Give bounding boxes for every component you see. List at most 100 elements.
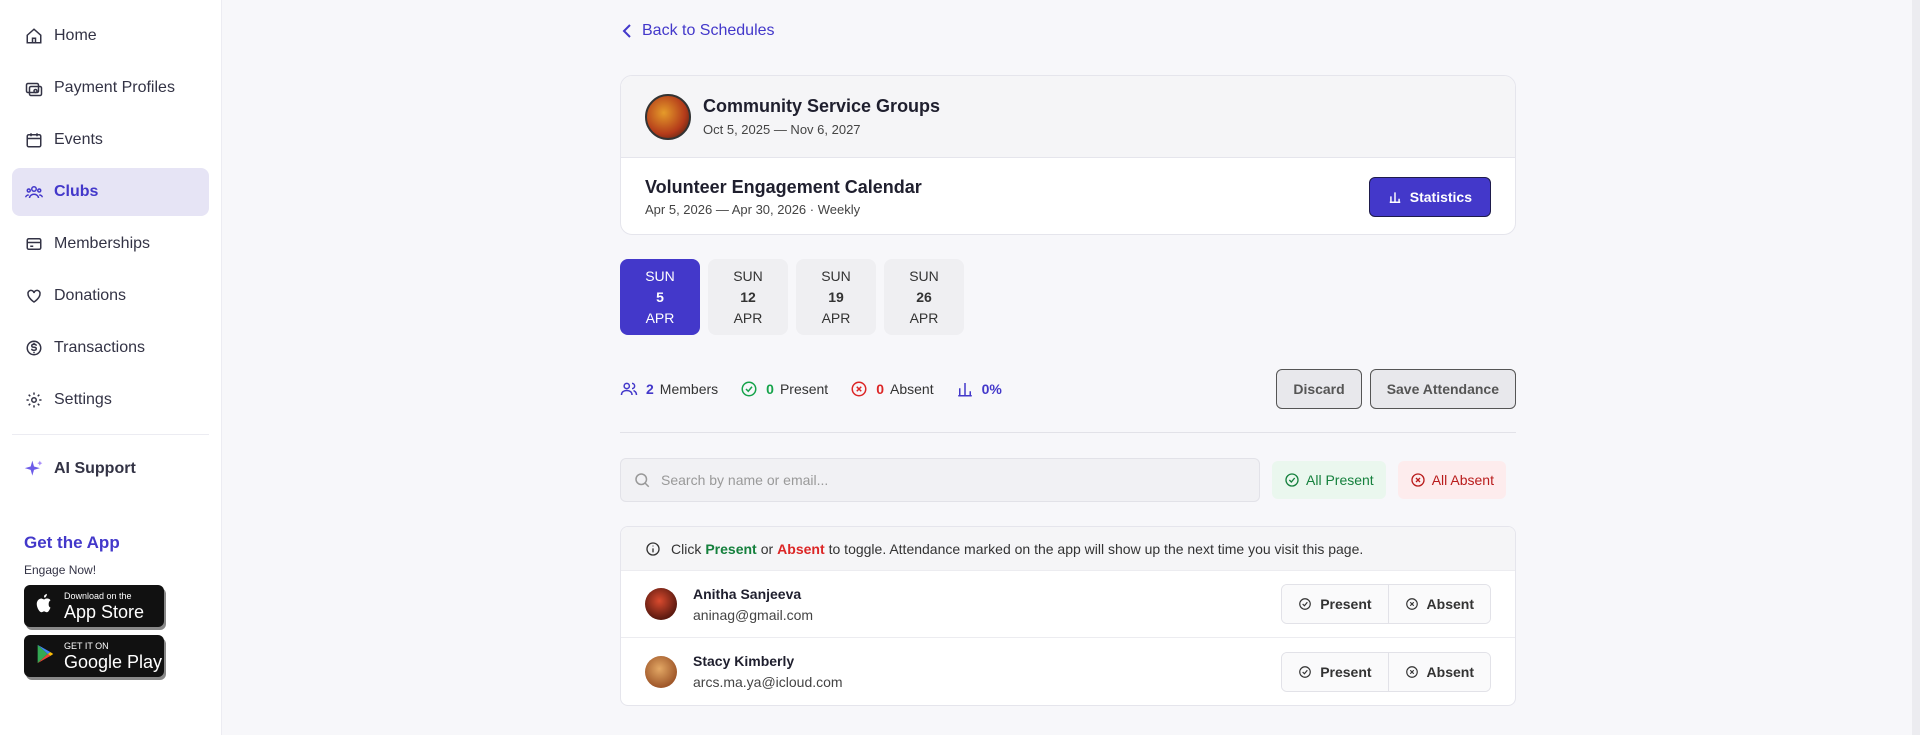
sidebar-item-clubs[interactable]: Clubs: [12, 168, 209, 216]
google-play-button[interactable]: GET IT ON Google Play: [24, 635, 164, 677]
attendance-toggle: Present Absent: [1281, 584, 1491, 624]
info-or: or: [760, 540, 774, 557]
page-scrollbar[interactable]: [1912, 0, 1920, 735]
get-app-title: Get the App: [24, 533, 120, 552]
mark-absent-button[interactable]: Absent: [1387, 652, 1490, 691]
member-row: Stacy Kimberly arcs.ma.ya@icloud.com Pre…: [621, 638, 1515, 705]
x-circle-icon: [851, 381, 867, 397]
date-day: 26: [916, 288, 932, 305]
all-absent-button[interactable]: All Absent: [1397, 461, 1506, 499]
date-day: 5: [656, 288, 664, 305]
avatar: [645, 655, 677, 688]
heart-icon: [24, 286, 44, 306]
group-name: Community Service Groups: [703, 96, 941, 116]
google-play-small-text: GET IT ON: [64, 640, 109, 651]
mark-present-button[interactable]: Present: [1282, 652, 1388, 691]
all-present-button[interactable]: All Present: [1272, 461, 1386, 499]
date-selector: SUN 5 APR SUN 12 APR SUN 19 APR SUN 26 A…: [620, 259, 972, 335]
group-avatar: [645, 93, 691, 140]
divider: [620, 432, 1516, 433]
date-month: APR: [821, 309, 851, 326]
ai-support-link[interactable]: AI Support: [12, 449, 209, 489]
calendar-icon: [24, 130, 44, 150]
statistics-label: Statistics: [1409, 189, 1472, 205]
present-number: 0: [766, 381, 774, 397]
sidebar-item-transactions[interactable]: Transactions: [12, 324, 209, 372]
present-label: Present: [779, 381, 829, 397]
sidebar-item-label: Clubs: [54, 183, 99, 200]
present-label: Present: [1320, 596, 1372, 612]
absent-number: 0: [876, 381, 884, 397]
payment-profiles-icon: [24, 78, 44, 98]
sidebar-item-donations[interactable]: Donations: [12, 272, 209, 320]
search-input[interactable]: [661, 472, 1221, 488]
search-box: [620, 458, 1260, 502]
get-app-section: Get the App Engage Now! Download on the …: [24, 533, 221, 677]
member-name: Stacy Kimberly: [693, 653, 795, 669]
member-email: arcs.ma.ya@icloud.com: [693, 674, 843, 690]
absent-count: 0 Absent: [850, 380, 934, 398]
member-email: aninag@gmail.com: [693, 606, 814, 623]
x-circle-icon: [1405, 665, 1418, 678]
attendance-actions: Discard Save Attendance: [1268, 369, 1516, 409]
date-month: APR: [645, 309, 675, 326]
member-name: Anitha Sanjeeva: [693, 585, 802, 602]
info-post: to toggle. Attendance marked on the app …: [828, 540, 1364, 557]
sidebar-item-label: Donations: [54, 287, 127, 304]
attendance-summary: 2 Members 0 Present 0 Absent 0% Discard …: [620, 368, 1516, 410]
x-circle-icon: [1405, 598, 1418, 610]
bar-chart-icon: [957, 383, 972, 397]
mark-absent-button[interactable]: Absent: [1387, 585, 1490, 623]
sidebar-item-memberships[interactable]: Memberships: [12, 220, 209, 268]
info-absent-word: Absent: [777, 540, 825, 557]
absent-label: Absent: [890, 381, 934, 397]
date-day: 12: [740, 288, 756, 305]
check-circle-icon: [1299, 665, 1312, 678]
back-label: Back to Schedules: [642, 22, 775, 39]
date-dow: SUN: [909, 267, 939, 284]
check-circle-icon: [1299, 598, 1312, 610]
sidebar-item-home[interactable]: Home: [12, 12, 209, 60]
all-present-label: All Present: [1306, 472, 1374, 488]
sidebar-item-label: Home: [54, 27, 97, 44]
app-store-small-text: Download on the: [64, 590, 132, 601]
avatar: [645, 588, 677, 620]
calendar-title: Volunteer Engagement Calendar: [645, 177, 922, 197]
schedule-card: Community Service Groups Oct 5, 2025 — N…: [620, 75, 1516, 235]
group-header: Community Service Groups Oct 5, 2025 — N…: [621, 76, 1515, 158]
search-icon: [635, 473, 650, 488]
sidebar-nav: Home Payment Profiles Events Clubs Membe…: [0, 0, 221, 424]
date-tile[interactable]: SUN 19 APR: [796, 259, 876, 335]
home-icon: [24, 26, 44, 46]
absent-label: Absent: [1426, 596, 1474, 612]
date-tile[interactable]: SUN 26 APR: [884, 259, 964, 335]
date-tile[interactable]: SUN 12 APR: [708, 259, 788, 335]
mark-present-button[interactable]: Present: [1282, 585, 1388, 623]
search-row: All Present All Absent: [620, 458, 1516, 502]
sidebar-item-label: Memberships: [54, 235, 151, 252]
save-attendance-button[interactable]: Save Attendance: [1369, 369, 1516, 409]
back-to-schedules-link[interactable]: Back to Schedules: [622, 22, 775, 40]
bar-chart-icon: [1389, 192, 1400, 203]
google-play-big-text: Google Play: [64, 651, 163, 672]
sidebar-item-events[interactable]: Events: [12, 116, 209, 164]
discard-button[interactable]: Discard: [1276, 369, 1362, 409]
calendar-subtitle: Apr 5, 2026 — Apr 30, 2026 · Weekly: [645, 202, 861, 217]
date-month: APR: [909, 309, 939, 326]
members-list: Click Present or Absent to toggle. Atten…: [620, 526, 1516, 706]
google-play-icon: [34, 642, 56, 671]
statistics-button[interactable]: Statistics: [1368, 177, 1491, 217]
date-dow: SUN: [733, 267, 763, 284]
ai-support-label: AI Support: [54, 460, 136, 477]
sidebar-item-label: Payment Profiles: [54, 79, 175, 96]
date-tile[interactable]: SUN 5 APR: [620, 259, 700, 335]
date-day: 19: [828, 288, 844, 305]
calendar-header: Volunteer Engagement Calendar Apr 5, 202…: [621, 158, 1515, 234]
members-count: 2 Members: [620, 380, 718, 398]
date-dow: SUN: [645, 267, 675, 284]
sidebar-item-payment-profiles[interactable]: Payment Profiles: [12, 64, 209, 112]
sidebar-item-settings[interactable]: Settings: [12, 376, 209, 424]
app-store-button[interactable]: Download on the App Store: [24, 585, 164, 627]
members-label: Members: [659, 381, 719, 397]
apple-icon: [34, 592, 56, 621]
